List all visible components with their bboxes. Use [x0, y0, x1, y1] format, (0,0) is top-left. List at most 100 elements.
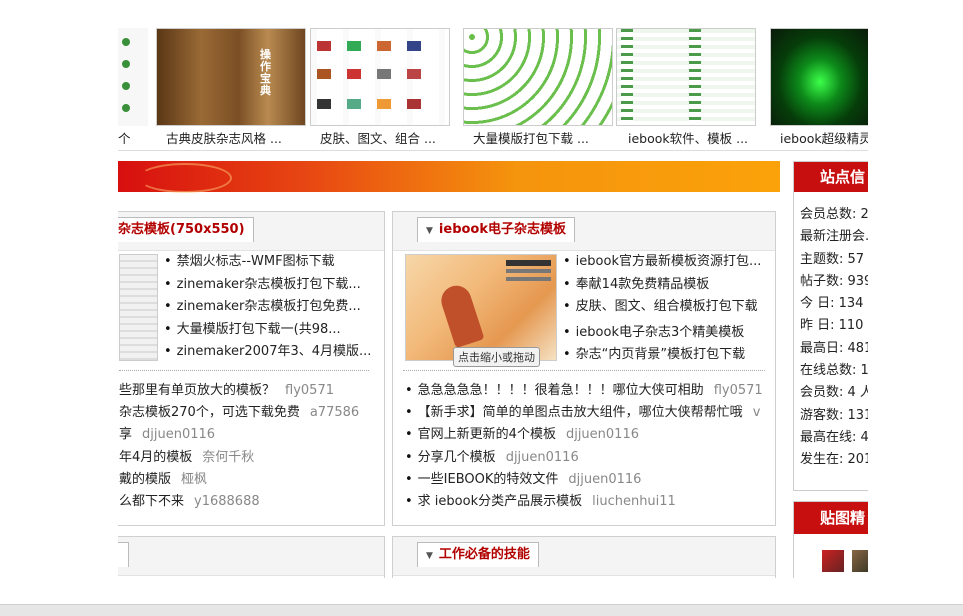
stat-row: 帖子数: 939	[800, 273, 868, 289]
bottom-left-panel	[118, 536, 385, 578]
thread-row[interactable]: 【新手求】简单的单图点击放大组件，哪位大侠帮帮忙哦 v	[405, 402, 763, 424]
stat-row: 最高在线: 4	[800, 429, 868, 445]
preview-tooltip[interactable]: 点击缩小或拖动	[453, 347, 540, 367]
thread-title[interactable]: 求 iebook分类产品展示模板	[418, 494, 582, 509]
stat-row: 会员总数: 2	[800, 207, 868, 222]
panel-tab[interactable]: ▼ 工作必备的技能	[417, 542, 539, 567]
thread-author[interactable]: fly0571	[714, 383, 763, 398]
featured-images-title: 贴图精	[794, 502, 868, 534]
thread-title[interactable]: 么都下不来	[119, 494, 184, 509]
thread-title[interactable]: 些那里有单页放大的模板？	[119, 383, 275, 398]
thread-row[interactable]: 些那里有单页放大的模板？ fly0571	[119, 380, 359, 402]
stat-row: 最高日: 481	[800, 340, 868, 356]
list-item[interactable]: 杂志“内页背景”模板打包下载	[563, 344, 761, 367]
thread-author[interactable]: y1688688	[194, 494, 260, 509]
stat-row: 主题数: 57	[800, 251, 865, 267]
left-template-panel: 杂志模板(750x550) 禁烟火标志--WMF图标下载 zinemaker杂志…	[118, 211, 385, 526]
list-item[interactable]: iebook官方最新模板资源打包...	[563, 251, 762, 274]
list-item[interactable]: 皮肤、图文、组合模板打包下载	[563, 296, 761, 319]
thread-title[interactable]: 急急急急急！！！！很着急！！！哪位大侠可相助	[418, 383, 704, 398]
page-viewport: 个 操作宝典 古典皮肤杂志风格 ... 皮肤、图文、组合 ... 大量模版打包下…	[118, 0, 868, 578]
panel-tab[interactable]	[118, 542, 129, 567]
panel-tab-label[interactable]: 杂志模板(750x550)	[118, 222, 245, 237]
stat-row[interactable]: 最新注册会.	[800, 226, 868, 248]
thread-title[interactable]: 戴的模版	[119, 472, 171, 487]
window-status-bar	[0, 604, 963, 616]
thread-author[interactable]: 奈何千秋	[202, 450, 254, 465]
thread-title[interactable]: 享	[119, 427, 132, 442]
list-item[interactable]: 禁烟火标志--WMF图标下载	[164, 251, 371, 274]
list-item[interactable]: 奉献14款免费精品模板	[563, 274, 761, 297]
panel-header: ▼ iebook电子杂志模板	[393, 212, 775, 251]
panel-header: ▼ 工作必备的技能	[393, 537, 775, 576]
stat-row: 在线总数: 1	[800, 363, 868, 379]
thread-title[interactable]: 【新手求】简单的单图点击放大组件，哪位大侠帮帮忙哦	[418, 405, 743, 420]
thumbnail-strip: 个 操作宝典 古典皮肤杂志风格 ... 皮肤、图文、组合 ... 大量模版打包下…	[118, 28, 868, 150]
thread-row[interactable]: 戴的模版 桠枫	[119, 469, 359, 491]
panel-tab[interactable]: 杂志模板(750x550)	[118, 217, 254, 242]
thumbnail-caption[interactable]: 古典皮肤杂志风格 ...	[166, 128, 326, 147]
panel-tab-label[interactable]: 工作必备的技能	[439, 547, 530, 562]
site-info-panel: 站点信 会员总数: 2 最新注册会. 主题数: 57 帖子数: 939 今 日:…	[793, 161, 868, 491]
thumbnail-image[interactable]	[118, 28, 148, 126]
stat-row: 游客数: 131	[800, 407, 868, 423]
thread-row[interactable]: 么都下不来 y1688688	[119, 491, 359, 513]
thread-author[interactable]: djjuen0116	[566, 427, 639, 442]
thread-row[interactable]: 杂志模板270个，可选下载免费 a77586	[119, 402, 359, 424]
stat-row: 发生在: 201	[800, 452, 868, 468]
thread-row[interactable]: 享 djjuen0116	[119, 424, 359, 446]
thread-row[interactable]: 官网上新更新的4个模板 djjuen0116	[405, 424, 763, 446]
thread-row[interactable]: 分享几个模板 djjuen0116	[405, 447, 763, 469]
thread-author[interactable]: liuchenhui11	[592, 494, 676, 509]
panel-preview-image[interactable]	[119, 254, 158, 361]
book-title-text: 操作宝典	[260, 48, 271, 97]
skills-panel: ▼ 工作必备的技能	[392, 536, 776, 578]
thread-title[interactable]: 一些IEBOOK的特效文件	[418, 472, 559, 487]
chevron-down-icon: ▼	[426, 226, 433, 236]
thread-row[interactable]: 一些IEBOOK的特效文件 djjuen0116	[405, 469, 763, 491]
thread-author[interactable]: djjuen0116	[568, 472, 641, 487]
thread-author[interactable]: fly0571	[285, 383, 334, 398]
thread-author[interactable]: djjuen0116	[142, 427, 215, 442]
iebook-template-panel: ▼ iebook电子杂志模板 点击缩小或拖动 iebook官方最新模板资源打包..…	[392, 211, 776, 526]
thread-author[interactable]: v	[753, 405, 761, 420]
thumbnail-image[interactable]	[770, 28, 868, 126]
featured-thumbnail[interactable]	[822, 550, 844, 572]
template-list: iebook官方最新模板资源打包... 奉献14款免费精品模板 皮肤、图文、组合…	[563, 251, 762, 367]
thread-title[interactable]: 官网上新更新的4个模板	[418, 427, 556, 442]
list-item[interactable]: iebook电子杂志3个精美模板	[563, 322, 761, 345]
thumbnail-caption[interactable]: iebook软件、模板 ...	[628, 128, 788, 147]
thread-row[interactable]: 求 iebook分类产品展示模板 liuchenhui11	[405, 491, 763, 513]
thread-title[interactable]: 分享几个模板	[418, 450, 496, 465]
thumbnail-image[interactable]	[616, 28, 756, 126]
panel-preview-image[interactable]	[405, 254, 557, 361]
thread-row[interactable]: 急急急急急！！！！很着急！！！哪位大侠可相助 fly0571	[405, 380, 763, 402]
thread-title[interactable]: 年4月的模板	[119, 450, 192, 465]
thumbnail-image[interactable]: 操作宝典	[156, 28, 306, 126]
list-item[interactable]: zinemaker2007年3、4月模版...	[164, 341, 372, 364]
list-item[interactable]: zinemaker杂志模板打包下载...	[164, 274, 371, 297]
thread-author[interactable]: a77586	[310, 405, 359, 420]
panel-tab-label[interactable]: iebook电子杂志模板	[439, 222, 566, 237]
thread-list: 些那里有单页放大的模板？ fly0571 杂志模板270个，可选下载免费 a7758…	[119, 380, 359, 513]
divider	[118, 150, 868, 151]
list-item[interactable]: zinemaker杂志模板打包免费...	[164, 296, 371, 319]
thumbnail-image[interactable]	[463, 28, 613, 126]
stat-row: 今 日: 134	[800, 296, 864, 312]
thumbnail-caption[interactable]: 皮肤、图文、组合 ...	[320, 128, 480, 147]
thumbnail-image[interactable]	[310, 28, 450, 126]
site-info-title: 站点信	[794, 162, 868, 192]
panel-tab[interactable]: ▼ iebook电子杂志模板	[417, 217, 576, 242]
thread-row[interactable]: 年4月的模板 奈何千秋	[119, 447, 359, 469]
thumbnail-caption[interactable]: 大量模版打包下载 ...	[473, 128, 633, 147]
thread-title[interactable]: 杂志模板270个，可选下载免费	[119, 405, 300, 420]
panel-header	[118, 537, 384, 576]
template-list: 禁烟火标志--WMF图标下载 zinemaker杂志模板打包下载... zine…	[164, 251, 372, 364]
featured-thumbnail[interactable]	[852, 550, 868, 572]
thread-author[interactable]: 桠枫	[181, 472, 207, 487]
divider	[403, 370, 765, 371]
chevron-down-icon: ▼	[426, 551, 433, 561]
list-item[interactable]: 大量模版打包下载一(共98...	[164, 319, 371, 342]
thumbnail-caption[interactable]: iebook超级精灵	[780, 128, 868, 147]
thread-author[interactable]: djjuen0116	[506, 450, 579, 465]
